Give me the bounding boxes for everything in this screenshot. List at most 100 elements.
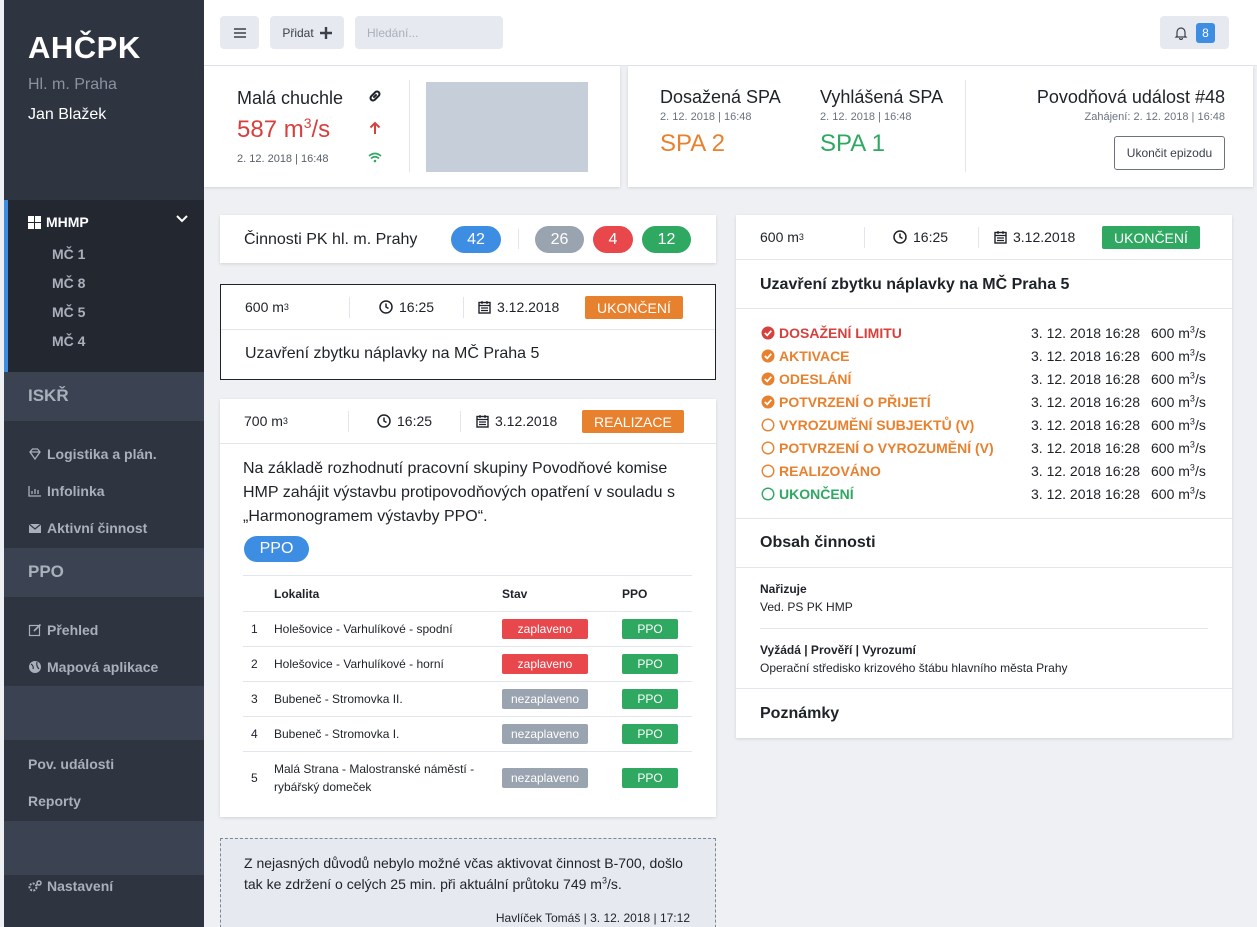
check-circle-icon: [761, 349, 775, 363]
sidebar-item-label: Logistika a plán.: [47, 445, 157, 462]
activity-meta: 600 m3 16:25 3.12.2018 UKONČENÍ: [221, 285, 715, 330]
step-flow: 600 m3/s: [1151, 347, 1206, 364]
step-item[interactable]: REALIZOVÁNO: [761, 463, 881, 479]
state-badge: nezaplaveno: [502, 689, 588, 709]
count-red-badge[interactable]: 4: [593, 226, 633, 253]
step-item[interactable]: AKTIVACE: [761, 348, 850, 364]
ppo-badge[interactable]: PPO: [622, 689, 678, 709]
flood-event-start: Zahájení: 2. 12. 2018 | 16:48: [1084, 111, 1225, 123]
sidebar-group-mhmp: MHMP MČ 1 MČ 8 MČ 5 MČ 4: [4, 200, 204, 372]
step-flow: 600 m3/s: [1151, 485, 1206, 502]
link-icon[interactable]: [367, 88, 383, 104]
step-date: 3. 12. 2018 16:28: [1031, 417, 1140, 433]
status-badge: REALIZACE: [582, 410, 684, 433]
app-logo[interactable]: AHČPK: [28, 30, 180, 66]
step-item[interactable]: UKONČENÍ: [761, 486, 854, 502]
ppo-badge[interactable]: PPO: [622, 767, 678, 788]
globe-icon: [29, 660, 41, 673]
wifi-icon: [368, 152, 382, 163]
ppo-badge[interactable]: PPO: [622, 724, 678, 744]
status-badge: UKONČENÍ: [585, 296, 683, 319]
check-circle-icon: [761, 395, 775, 409]
notifications-button[interactable]: 8: [1160, 16, 1229, 49]
step-item[interactable]: POTVRZENÍ O PŘIJETÍ: [761, 394, 931, 410]
step-label: AKTIVACE: [779, 348, 850, 364]
sidebar-item-aktivni-cinnost[interactable]: Aktivní činnost: [4, 509, 204, 546]
sidebar-item-prehled[interactable]: Přehled: [4, 611, 204, 648]
ppo-tag[interactable]: PPO: [244, 536, 309, 562]
sidebar-item-label: Mapová aplikace: [47, 658, 159, 675]
activity-time: 16:25: [379, 299, 434, 315]
sidebar-section-iskr: ISKŘ: [4, 372, 204, 421]
table-row[interactable]: 3 Bubeneč - Stromovka II. nezaplaveno PP…: [243, 681, 692, 717]
end-episode-button[interactable]: Ukončit epizodu: [1114, 136, 1225, 170]
count-total-badge[interactable]: 42: [451, 226, 501, 253]
step-label: DOSAŽENÍ LIMITU: [779, 325, 902, 341]
search-input[interactable]: [355, 16, 503, 49]
sidebar-item-mapova-aplikace[interactable]: Mapová aplikace: [4, 648, 204, 685]
ppo-badge[interactable]: PPO: [622, 619, 678, 639]
river-camera-image[interactable]: [426, 82, 588, 172]
table-row[interactable]: 2 Holešovice - Varhulíkové - horní zapla…: [243, 646, 692, 682]
count-grey-badge[interactable]: 26: [535, 226, 584, 253]
activity-date: 3.12.2018: [476, 413, 557, 429]
locality-table: Lokalita Stav PPO 1 Holešovice - Varhulí…: [243, 575, 692, 804]
step-date: 3. 12. 2018 16:28: [1031, 463, 1140, 479]
count-green-badge[interactable]: 12: [642, 226, 691, 253]
step-label: REALIZOVÁNO: [779, 463, 881, 479]
ppo-badge[interactable]: PPO: [622, 654, 678, 674]
sidebar-group-iskr: Logistika a plán. Infolinka Aktivní činn…: [4, 421, 204, 548]
sidebar-item-logistika[interactable]: Logistika a plán.: [4, 435, 204, 472]
state-badge: nezaplaveno: [502, 724, 588, 744]
table-row[interactable]: 1 Holešovice - Varhulíkové - spodní zapl…: [243, 611, 692, 647]
sidebar-item-infolinka[interactable]: Infolinka: [4, 472, 204, 509]
sidebar-item-settings[interactable]: Nastavení: [4, 878, 204, 894]
plus-icon: [319, 26, 332, 39]
note-author: Havlíček Tomáš | 3. 12. 2018 | 17:12: [495, 911, 690, 925]
user-name[interactable]: Jan Blažek: [28, 106, 180, 124]
notification-count: 8: [1196, 22, 1215, 43]
divider: [518, 229, 519, 249]
sidebar-item-pov-udalosti[interactable]: Pov. události: [4, 745, 204, 782]
sidebar-item-reporty[interactable]: Reporty: [4, 782, 204, 819]
step-date: 3. 12. 2018 16:28: [1031, 440, 1140, 456]
menu-button[interactable]: [220, 16, 259, 49]
top-bar: Přidat 8: [204, 0, 1257, 66]
declared-spa-label: Vyhlášená SPA: [820, 87, 944, 107]
sidebar-item-mc5[interactable]: MČ 5: [52, 304, 85, 320]
step-date: 3. 12. 2018 16:28: [1031, 486, 1140, 502]
sidebar-group-ppo: Přehled Mapová aplikace: [4, 597, 204, 686]
sidebar-item-mc1[interactable]: MČ 1: [52, 246, 85, 262]
bell-icon: [1174, 26, 1188, 40]
activity-card-selected[interactable]: 600 m3 16:25 3.12.2018 UKONČENÍ Uzavření…: [220, 284, 716, 380]
activity-description: Na základě rozhodnutí pracovní skupiny P…: [243, 460, 675, 525]
step-item[interactable]: DOSAŽENÍ LIMITU: [761, 325, 902, 341]
add-button[interactable]: Přidat: [270, 16, 344, 49]
detail-meta: 600 m3 16:25 3.12.2018 UKONČENÍ: [736, 215, 1232, 260]
activity-card[interactable]: 700 m3 16:25 3.12.2018 REALIZACE Na zákl…: [220, 399, 716, 817]
clock-icon: [893, 230, 907, 244]
step-item[interactable]: ODESLÁNÍ: [761, 371, 851, 387]
sidebar-item-mhmp[interactable]: MHMP: [28, 214, 89, 230]
check-circle-icon: [761, 372, 775, 386]
clock-icon: [379, 300, 393, 314]
hamburger-icon: [233, 27, 246, 38]
sidebar-group-bottom: Pov. události Reporty: [4, 740, 204, 821]
empty-circle-icon: [761, 464, 775, 478]
column-locality: Lokalita: [274, 575, 502, 612]
step-item[interactable]: VYROZUMĚNÍ SUBJEKTŮ (V): [761, 417, 974, 433]
step-flow: 600 m3/s: [1151, 324, 1206, 341]
empty-circle-icon: [761, 487, 775, 501]
table-row[interactable]: 5 Malá Strana - Malostranské náměstí - r…: [243, 752, 692, 804]
checks-label: Vyžádá | Prověří | Vyrozumí: [760, 643, 916, 657]
river-card: Malá chuchle 587 m3/s 2. 12. 2018 | 16:4…: [204, 66, 620, 187]
table-row[interactable]: 4 Bubeneč - Stromovka I. nezaplaveno PPO: [243, 716, 692, 752]
chevron-down-icon[interactable]: [176, 212, 188, 226]
step-item[interactable]: POTVRZENÍ O VYROZUMĚNÍ (V): [761, 440, 994, 456]
sidebar-item-mc8[interactable]: MČ 8: [52, 275, 85, 291]
activity-detail-panel: 600 m3 16:25 3.12.2018 UKONČENÍ Uzavření…: [736, 215, 1232, 738]
table-header-row: Lokalita Stav PPO: [243, 575, 692, 612]
sidebar-item-mc4[interactable]: MČ 4: [52, 333, 85, 349]
activity-title: Uzavření zbytku náplavky na MČ Praha 5: [245, 345, 540, 362]
arrow-up-icon: [369, 121, 381, 134]
